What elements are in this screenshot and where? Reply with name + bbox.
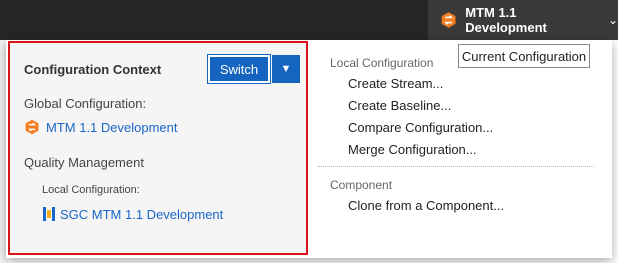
global-configuration-link[interactable]: MTM 1.1 Development xyxy=(24,119,178,135)
current-configuration-label: MTM 1.1 Development xyxy=(465,5,547,35)
create-baseline-menu-item[interactable]: Create Baseline... xyxy=(348,98,451,113)
merge-configuration-menu-item[interactable]: Merge Configuration... xyxy=(348,142,477,157)
current-configuration-tooltip: Current Configuration xyxy=(458,44,590,68)
local-configuration-value: SGC MTM 1.1 Development xyxy=(60,206,224,222)
create-stream-menu-item[interactable]: Create Stream... xyxy=(348,76,443,91)
configuration-context-panel: Configuration Context Switch ▼ Global Co… xyxy=(8,41,308,255)
local-configuration-section-header: Local Configuration xyxy=(330,56,434,70)
configuration-badge-icon xyxy=(25,119,39,135)
configuration-badge-icon xyxy=(441,12,456,28)
switch-button[interactable]: Switch xyxy=(207,54,271,84)
current-configuration-button[interactable]: MTM 1.1 Development ⌄ xyxy=(428,0,618,40)
compare-configuration-menu-item[interactable]: Compare Configuration... xyxy=(348,120,493,135)
component-section-header: Component xyxy=(330,178,393,192)
local-configuration-label: Local Configuration: xyxy=(42,184,140,196)
configuration-context-title: Configuration Context xyxy=(24,62,162,77)
quality-management-label: Quality Management xyxy=(24,155,144,170)
switch-menu-button[interactable]: ▼ xyxy=(272,55,300,83)
local-configuration-link[interactable]: SGC MTM 1.1 Development xyxy=(42,206,223,222)
chevron-down-icon: ⌄ xyxy=(607,13,618,27)
global-configuration-value: MTM 1.1 Development xyxy=(46,119,178,135)
stream-icon xyxy=(43,207,55,221)
global-configuration-label: Global Configuration: xyxy=(24,96,147,111)
menu-divider xyxy=(318,166,594,167)
clone-from-component-menu-item[interactable]: Clone from a Component... xyxy=(348,198,504,213)
chevron-down-icon: ▼ xyxy=(280,63,292,75)
